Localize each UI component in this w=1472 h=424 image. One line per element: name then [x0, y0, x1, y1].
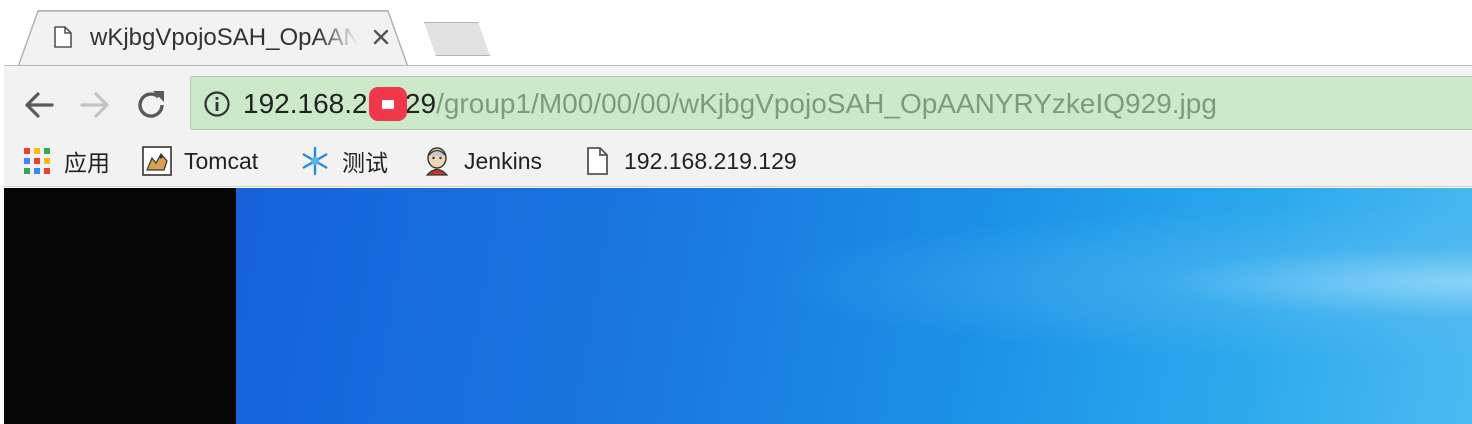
tab-title: wKjbgVpojoSAH_OpAANYRYzkeIQ929.jpg: [90, 24, 358, 51]
address-bar[interactable]: 192.168.2.129/group1/M00/00/00/wKjbgVpoj…: [190, 76, 1472, 130]
bookmark-label: 应用: [64, 150, 110, 176]
bookmarks-bar: 应用 Tomcat 测试 Jenkins 192.168.219.129: [4, 137, 1472, 187]
redaction-mark: [369, 87, 407, 121]
bookmark-label: 测试: [342, 150, 388, 176]
apps-grid-icon: [24, 148, 50, 174]
page-icon: [587, 147, 608, 175]
url-host-prefix: 192.168.2: [243, 88, 368, 119]
bookmark-apps[interactable]: 应用: [22, 143, 110, 179]
page-favicon-icon: [54, 26, 72, 48]
snowflake-icon: [302, 146, 328, 176]
jenkins-icon: [425, 147, 449, 176]
reload-icon[interactable]: [134, 88, 168, 122]
bookmark-tomcat[interactable]: Tomcat: [142, 143, 258, 179]
tomcat-icon: [142, 146, 172, 176]
bookmark-ip[interactable]: 192.168.219.129: [582, 143, 797, 179]
page-content: [4, 188, 1472, 424]
browser-toolbar: 192.168.2.129/group1/M00/00/00/wKjbgVpoj…: [4, 65, 1472, 137]
back-arrow-icon[interactable]: [22, 88, 56, 122]
bookmark-label: 192.168.219.129: [624, 147, 797, 174]
bookmark-label: Tomcat: [184, 147, 259, 174]
new-tab-button[interactable]: [424, 22, 490, 56]
forward-arrow-icon[interactable]: [78, 88, 112, 122]
bookmark-jenkins[interactable]: Jenkins: [422, 143, 542, 179]
info-icon[interactable]: [203, 90, 231, 118]
bookmark-label: Jenkins: [464, 147, 542, 174]
close-icon[interactable]: [372, 28, 390, 46]
bookmark-test[interactable]: 测试: [300, 143, 388, 179]
tab-strip: wKjbgVpojoSAH_OpAANYRYzkeIQ929.jpg: [0, 0, 1472, 67]
displayed-image: [236, 188, 1472, 424]
url-path: /group1/M00/00/00/wKjbgVpojoSAH_OpAANYRY…: [436, 88, 1217, 119]
